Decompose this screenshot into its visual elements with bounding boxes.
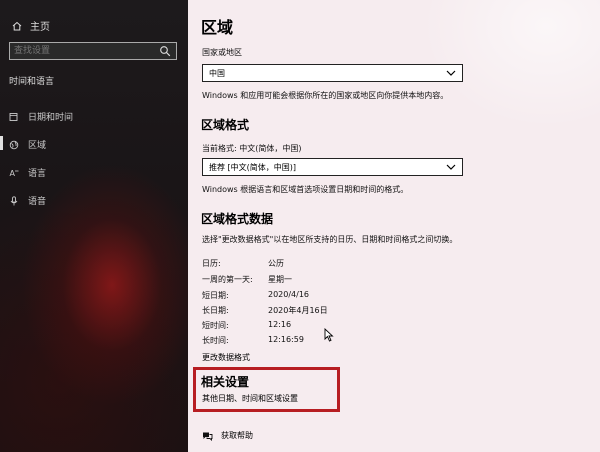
- globe-icon: [9, 140, 19, 149]
- country-dropdown[interactable]: 中国: [202, 64, 463, 82]
- sidebar-item-region[interactable]: 区域: [9, 138, 46, 151]
- get-help-link[interactable]: 获取帮助: [202, 430, 253, 441]
- sidebar-item-language[interactable]: A 语言: [9, 166, 47, 180]
- section-title: 时间和语言: [9, 77, 55, 87]
- page-title: 区域: [201, 18, 234, 37]
- short-date-value: 2020/4/16: [268, 290, 310, 299]
- help-chat-icon: [203, 432, 213, 441]
- country-description: Windows 和应用可能会根据你所在的国家或地区向你提供本地内容。: [202, 91, 449, 100]
- format-data-title: 区域格式数据: [201, 212, 274, 226]
- highlight-box: [193, 367, 340, 412]
- calendar-clock-icon: [9, 112, 18, 121]
- active-indicator: [0, 136, 3, 150]
- chevron-down-icon: [446, 70, 456, 76]
- format-description: Windows 根据语言和区域首选项设置日期和时间的格式。: [202, 185, 409, 194]
- long-date-value: 2020年4月16日: [268, 306, 328, 315]
- first-day-value: 星期一: [268, 275, 292, 284]
- first-day-label: 一周的第一天:: [202, 275, 253, 284]
- format-section-title: 区域格式: [201, 118, 250, 132]
- sidebar: 主页 时间和语言 日期和时间 区域 A 语言: [0, 0, 188, 452]
- main-content: 区域 国家或地区 中国 Windows 和应用可能会根据你所在的国家或地区向你提…: [188, 0, 600, 452]
- sidebar-item-label: 日期和时间: [28, 113, 74, 123]
- sidebar-item-speech[interactable]: 语音: [9, 194, 46, 207]
- sidebar-item-label: 语音: [28, 197, 47, 207]
- change-data-format-link[interactable]: 更改数据格式: [202, 352, 250, 363]
- sidebar-item-date-time[interactable]: 日期和时间: [9, 110, 73, 123]
- search-input[interactable]: [14, 44, 154, 58]
- format-value: 推荐 [中文(简体，中国)]: [209, 163, 297, 172]
- home-nav-item[interactable]: 主页: [12, 18, 50, 33]
- chevron-down-icon: [446, 164, 456, 170]
- microphone-icon: [10, 195, 18, 205]
- svg-text:A: A: [10, 169, 16, 178]
- calendar-label: 日历:: [202, 259, 221, 268]
- sidebar-item-label: 语言: [28, 169, 47, 179]
- long-time-value: 12:16:59: [268, 335, 304, 344]
- current-format-label: 当前格式: 中文(简体，中国): [202, 144, 302, 153]
- mouse-pointer-icon: [324, 328, 334, 342]
- short-time-label: 短时间:: [202, 321, 229, 330]
- language-icon: A: [10, 169, 19, 178]
- home-label: 主页: [30, 22, 50, 33]
- short-time-value: 12:16: [268, 320, 292, 329]
- home-icon: [12, 21, 22, 30]
- country-value: 中国: [209, 69, 225, 78]
- long-time-label: 长时间:: [202, 336, 229, 345]
- country-label: 国家或地区: [202, 48, 242, 57]
- sidebar-item-label: 区域: [28, 141, 47, 151]
- long-date-label: 长日期:: [202, 306, 229, 315]
- calendar-value: 公历: [268, 259, 284, 268]
- format-data-description: 选择"更改数据格式"以在地区所支持的日历、日期和时间格式之间切换。: [202, 235, 458, 244]
- format-dropdown[interactable]: 推荐 [中文(简体，中国)]: [202, 158, 463, 176]
- search-box[interactable]: [9, 42, 177, 60]
- get-help-label: 获取帮助: [221, 431, 253, 440]
- short-date-label: 短日期:: [202, 291, 229, 300]
- search-icon[interactable]: [159, 45, 171, 57]
